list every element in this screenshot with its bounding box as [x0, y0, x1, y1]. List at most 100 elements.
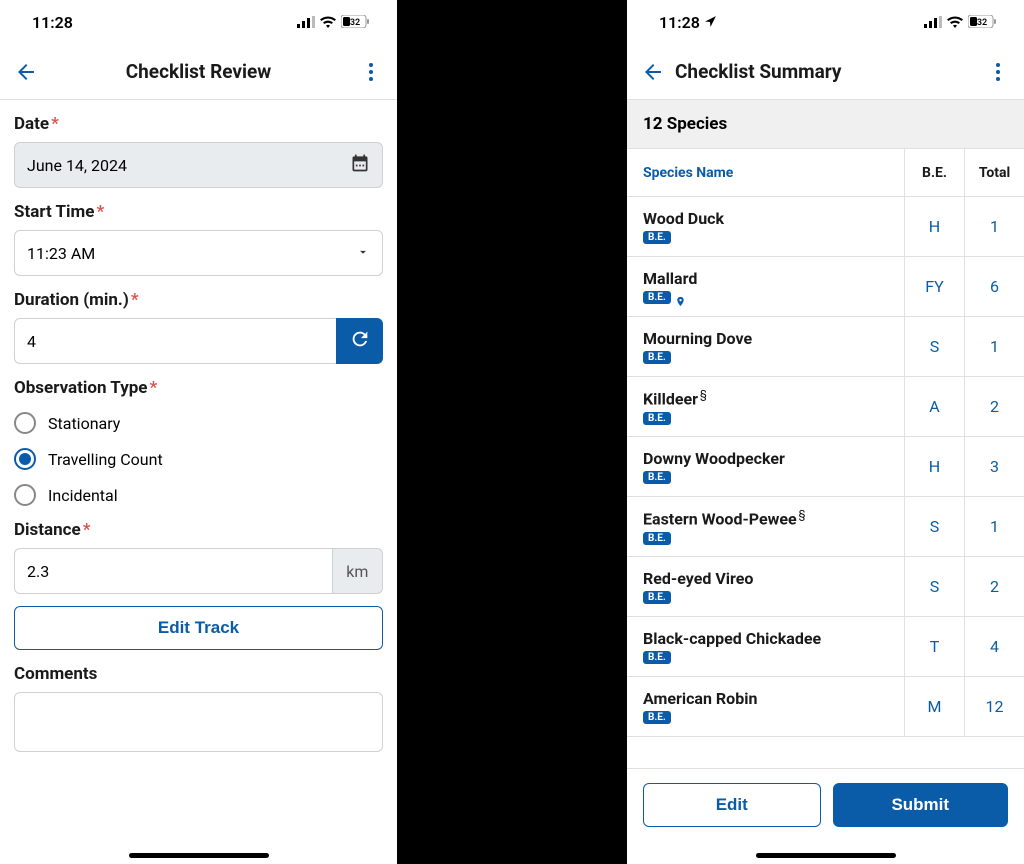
refresh-duration-button[interactable] [336, 318, 383, 364]
total-value: 1 [964, 317, 1024, 376]
status-right: 32 [297, 13, 369, 32]
radio-incidental[interactable]: Incidental [14, 484, 383, 506]
species-row[interactable]: Red-eyed VireoB.E.S2 [627, 557, 1024, 617]
start-time-value: 11:23 AM [27, 244, 95, 263]
species-row[interactable]: Eastern Wood-Pewee§B.E.S1 [627, 497, 1024, 557]
wifi-icon [947, 13, 963, 32]
species-row[interactable]: Black-capped ChickadeeB.E.T4 [627, 617, 1024, 677]
menu-button[interactable] [359, 60, 383, 84]
pin-icon [675, 292, 687, 304]
be-value: A [904, 377, 964, 436]
species-row[interactable]: MallardB.E.FY6 [627, 257, 1024, 317]
species-name-text: Killdeer [643, 390, 698, 409]
species-superscript: § [700, 388, 707, 401]
header-species: Species Name [627, 165, 904, 181]
be-value: H [904, 437, 964, 496]
page-title: Checklist Summary [675, 60, 986, 83]
species-name-text: Mallard [643, 269, 697, 288]
duration-label: Duration (min.)* [14, 290, 383, 310]
app-bar: Checklist Summary [627, 44, 1024, 100]
date-field[interactable]: June 14, 2024 [14, 142, 383, 188]
battery-icon: 32 [968, 13, 996, 32]
refresh-icon [349, 328, 371, 354]
radio-unchecked-icon [14, 484, 36, 506]
species-row[interactable]: Killdeer§ B.E. A2 [627, 377, 1024, 437]
total-value: 2 [964, 377, 1024, 436]
distance-unit[interactable]: km [332, 548, 383, 594]
status-right: 32 [924, 13, 996, 32]
signal-icon [297, 13, 315, 32]
signal-icon [924, 13, 942, 32]
distance-field[interactable]: 2.3 [14, 548, 332, 594]
home-indicator[interactable] [756, 853, 896, 858]
radio-stationary-label: Stationary [48, 414, 120, 433]
bottom-bar: Edit Submit [627, 768, 1024, 864]
radio-stationary[interactable]: Stationary [14, 412, 383, 434]
edit-button[interactable]: Edit [643, 783, 821, 827]
species-name-text: Mourning Dove [643, 329, 752, 348]
status-bar: 11:28 32 [627, 0, 1024, 44]
start-time-field[interactable]: 11:23 AM [14, 230, 383, 276]
date-value: June 14, 2024 [27, 156, 127, 175]
be-badge: B.E. [643, 471, 671, 484]
form-content[interactable]: Date* June 14, 2024 Start Time* 11:23 AM… [0, 100, 397, 864]
be-value: T [904, 617, 964, 676]
calendar-icon [350, 153, 370, 177]
be-value: M [904, 677, 964, 736]
be-value: S [904, 557, 964, 616]
edit-track-button[interactable]: Edit Track [14, 606, 383, 650]
species-name-text: Eastern Wood-Pewee [643, 510, 797, 529]
species-row[interactable]: Wood DuckB.E.H1 [627, 197, 1024, 257]
total-value: 12 [964, 677, 1024, 736]
summary-content[interactable]: 12 Species Species Name B.E. Total Wood … [627, 100, 1024, 864]
be-badge: B.E. [643, 651, 671, 664]
duration-field[interactable]: 4 [14, 318, 336, 364]
be-badge: B.E. [643, 532, 671, 545]
status-time: 11:28 [32, 13, 73, 32]
be-value: S [904, 317, 964, 376]
species-row[interactable]: Downy WoodpeckerB.E.H3 [627, 437, 1024, 497]
species-row[interactable]: American Robin B.E. M12 [627, 677, 1024, 737]
status-time: 11:28 [659, 13, 700, 32]
start-label: Start Time* [14, 202, 383, 222]
radio-unchecked-icon [14, 412, 36, 434]
radio-travelling[interactable]: Travelling Count [14, 448, 383, 470]
distance-value: 2.3 [27, 562, 49, 581]
header-be: B.E. [904, 149, 964, 196]
page-title: Checklist Review [38, 60, 359, 83]
header-total: Total [964, 149, 1024, 196]
svg-text:32: 32 [350, 18, 360, 28]
status-bar: 11:28 32 [0, 0, 397, 44]
be-badge: B.E. [643, 591, 671, 604]
be-badge: B.E. [643, 351, 671, 364]
be-value: S [904, 497, 964, 556]
duration-value: 4 [27, 332, 36, 351]
location-arrow-icon [704, 13, 717, 32]
total-value: 6 [964, 257, 1024, 316]
species-count: 12 Species [627, 100, 1024, 149]
species-row[interactable]: Mourning Dove B.E. S1 [627, 317, 1024, 377]
be-badge: B.E. [643, 291, 671, 304]
total-value: 2 [964, 557, 1024, 616]
back-button[interactable] [641, 60, 665, 84]
svg-text:32: 32 [977, 18, 987, 28]
be-badge: B.E. [643, 412, 671, 425]
date-label: Date* [14, 114, 383, 134]
radio-checked-icon [14, 448, 36, 470]
battery-icon: 32 [341, 13, 369, 32]
home-indicator[interactable] [129, 853, 269, 858]
back-button[interactable] [14, 60, 38, 84]
table-header: Species Name B.E. Total [627, 149, 1024, 197]
be-badge: B.E. [643, 231, 671, 244]
total-value: 4 [964, 617, 1024, 676]
submit-button[interactable]: Submit [833, 783, 1009, 827]
comments-field[interactable] [14, 692, 383, 752]
chevron-down-icon [356, 244, 370, 263]
species-name-text: American Robin [643, 689, 757, 708]
be-value: H [904, 197, 964, 256]
app-bar: Checklist Review [0, 44, 397, 100]
be-badge: B.E. [643, 711, 671, 724]
total-value: 1 [964, 197, 1024, 256]
menu-button[interactable] [986, 60, 1010, 84]
radio-incidental-label: Incidental [48, 486, 118, 505]
